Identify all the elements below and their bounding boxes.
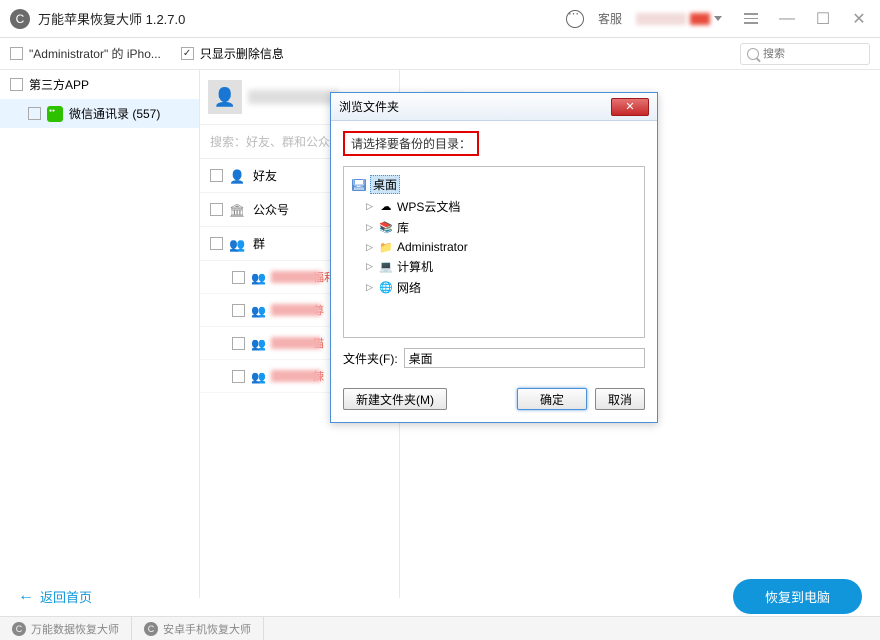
checkbox[interactable] <box>232 271 245 284</box>
arrow-left-icon: ← <box>18 587 34 605</box>
person-icon: 👤 <box>229 169 245 183</box>
toolbar: "Administrator" 的 iPho... 只显示删除信息 <box>0 38 880 70</box>
support-icon[interactable] <box>566 10 584 28</box>
network-icon: 🌐 <box>379 282 393 294</box>
group-icon: 👥 <box>251 304 265 316</box>
search-box[interactable] <box>740 43 870 65</box>
bottom-bar: C万能数据恢复大师 C安卓手机恢复大师 <box>0 616 880 640</box>
folder-path-label: 文件夹(F): <box>343 350 398 367</box>
close-button[interactable]: ✕ <box>848 8 870 30</box>
expand-icon[interactable]: ▷ <box>366 201 375 212</box>
filter-deleted-checkbox[interactable] <box>181 47 194 60</box>
minimize-button[interactable]: — <box>776 8 798 30</box>
expand-icon[interactable]: ▷ <box>366 242 375 253</box>
group-icon: 👥 <box>251 370 265 382</box>
library-icon: 📚 <box>379 222 393 234</box>
app-icon: C <box>10 9 30 29</box>
bottombar-item-data-recovery[interactable]: C万能数据恢复大师 <box>0 617 132 640</box>
folder-tree[interactable]: 🖥桌面 ▷☁WPS云文档 ▷📚库 ▷📁Administrator ▷💻计算机 ▷… <box>343 166 645 338</box>
restore-to-computer-button[interactable]: 恢复到电脑 <box>733 579 862 614</box>
category-label: 群 <box>253 235 265 252</box>
dialog-title: 浏览文件夹 <box>339 98 399 115</box>
sidebar-group-thirdparty[interactable]: 第三方APP <box>0 70 199 99</box>
bottombar-item-android-recovery[interactable]: C安卓手机恢复大师 <box>132 617 264 640</box>
dialog-titlebar[interactable]: 浏览文件夹 ✕ <box>331 93 657 121</box>
new-folder-button[interactable]: 新建文件夹(M) <box>343 388 447 410</box>
tree-node-administrator[interactable]: ▷📁Administrator <box>366 238 636 256</box>
checkbox[interactable] <box>10 78 23 91</box>
sidebar-item-wechat-contacts[interactable]: 微信通讯录 (557) <box>0 99 199 128</box>
expand-icon[interactable]: ▷ <box>366 222 375 233</box>
checkbox[interactable] <box>210 203 223 216</box>
app-icon: C <box>144 622 158 636</box>
category-label: 公众号 <box>253 201 289 218</box>
category-label: 好友 <box>253 167 277 184</box>
expand-icon[interactable]: ▷ <box>366 282 375 293</box>
device-name: "Administrator" 的 iPho... <box>29 45 161 62</box>
browse-folder-dialog: 浏览文件夹 ✕ 请选择要备份的目录： 🖥桌面 ▷☁WPS云文档 ▷📚库 ▷📁Ad… <box>330 92 658 423</box>
search-input[interactable] <box>763 48 853 60</box>
select-all-checkbox[interactable] <box>10 47 23 60</box>
checkbox[interactable] <box>210 237 223 250</box>
profile-name-redacted <box>248 90 338 104</box>
support-label[interactable]: 客服 <box>598 10 622 27</box>
checkbox[interactable] <box>232 304 245 317</box>
group-icon: 👥 <box>229 237 245 251</box>
tree-node-computer[interactable]: ▷💻计算机 <box>366 256 636 277</box>
building-icon: 🏛 <box>229 203 245 217</box>
tree-node-wps[interactable]: ▷☁WPS云文档 <box>366 196 636 217</box>
sidebar-label: 第三方APP <box>29 76 89 93</box>
footer: ←返回首页 恢复到电脑 <box>0 576 880 616</box>
app-title: 万能苹果恢复大师 1.2.7.0 <box>38 9 185 28</box>
filter-label: 只显示删除信息 <box>200 45 284 62</box>
maximize-button[interactable]: ☐ <box>812 8 834 30</box>
dialog-close-button[interactable]: ✕ <box>611 98 649 116</box>
expand-icon[interactable]: ▷ <box>366 261 375 272</box>
checkbox[interactable] <box>28 107 41 120</box>
search-icon <box>747 48 759 60</box>
sidebar: 第三方APP 微信通讯录 (557) <box>0 70 200 598</box>
dialog-prompt: 请选择要备份的目录： <box>343 131 479 156</box>
titlebar: C 万能苹果恢复大师 1.2.7.0 客服 — ☐ ✕ <box>0 0 880 38</box>
menu-button[interactable] <box>740 8 762 30</box>
tree-node-network[interactable]: ▷🌐网络 <box>366 277 636 298</box>
chevron-down-icon <box>714 16 722 21</box>
cloud-icon: ☁ <box>379 201 393 213</box>
checkbox[interactable] <box>210 169 223 182</box>
checkbox[interactable] <box>232 337 245 350</box>
user-folder-icon: 📁 <box>379 241 393 253</box>
app-icon: C <box>12 622 26 636</box>
checkbox[interactable] <box>232 370 245 383</box>
account-chip[interactable] <box>636 9 726 29</box>
cancel-button[interactable]: 取消 <box>595 388 645 410</box>
sidebar-item-label: 微信通讯录 (557) <box>69 105 160 122</box>
folder-path-input[interactable] <box>404 348 645 368</box>
wechat-icon <box>47 106 63 122</box>
group-icon: 👥 <box>251 271 265 283</box>
avatar: 👤 <box>208 80 242 114</box>
ok-button[interactable]: 确定 <box>517 388 587 410</box>
computer-icon: 💻 <box>379 261 393 273</box>
desktop-icon: 🖥 <box>352 179 366 191</box>
tree-node-desktop[interactable]: 🖥桌面 <box>352 173 636 196</box>
back-home-link[interactable]: ←返回首页 <box>18 587 92 606</box>
group-icon: 👥 <box>251 337 265 349</box>
tree-node-libraries[interactable]: ▷📚库 <box>366 217 636 238</box>
